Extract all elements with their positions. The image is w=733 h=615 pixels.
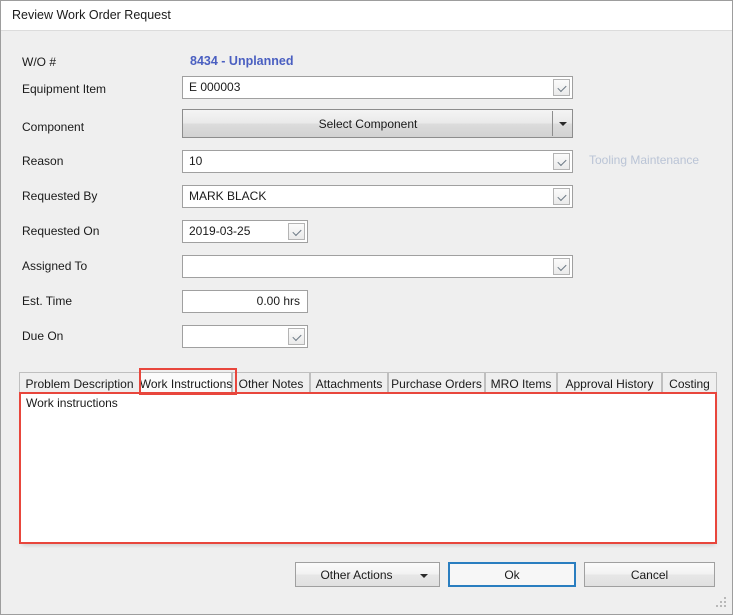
label-requested-by: Requested By <box>22 189 98 203</box>
review-work-order-request-window: Review Work Order Request W/O # 8434 - U… <box>0 0 733 615</box>
requested-on-value: 2019-03-25 <box>189 224 251 238</box>
tab-label: MRO Items <box>490 376 552 391</box>
label-wo-number: W/O # <box>22 55 57 69</box>
other-actions-label: Other Actions <box>320 567 393 582</box>
work-instructions-text: Work instructions <box>26 396 118 410</box>
tab-label: Costing <box>669 376 710 391</box>
ok-button[interactable]: Ok <box>448 562 576 587</box>
chevron-down-icon[interactable] <box>553 79 570 96</box>
reason-description-note: Tooling Maintenance <box>589 153 700 167</box>
tab-other-notes[interactable]: Other Notes <box>232 372 310 394</box>
equipment-item-value: E 000003 <box>189 80 241 94</box>
requested-on-datepicker[interactable]: 2019-03-25 <box>182 220 308 243</box>
component-select-splitbutton[interactable]: Select Component <box>182 109 573 138</box>
wo-number-value: 8434 - Unplanned <box>190 54 294 68</box>
label-component: Component <box>22 120 85 134</box>
tab-problem-description[interactable]: Problem Description <box>19 372 140 394</box>
tab-label: Approval History <box>565 376 654 391</box>
work-instructions-textarea[interactable]: Work instructions <box>19 392 717 544</box>
tab-label: Other Notes <box>238 376 304 391</box>
cancel-button[interactable]: Cancel <box>584 562 715 587</box>
est-time-value: 0.00 hrs <box>256 294 300 308</box>
tab-label: Purchase Orders <box>391 376 482 391</box>
select-component-button[interactable]: Select Component <box>183 110 553 137</box>
due-on-datepicker[interactable] <box>182 325 308 348</box>
other-actions-splitbutton[interactable]: Other Actions <box>295 562 440 587</box>
chevron-down-icon[interactable] <box>553 188 570 205</box>
chevron-down-icon[interactable] <box>288 223 305 240</box>
label-est-time: Est. Time <box>22 294 73 308</box>
resize-grip[interactable] <box>715 597 728 610</box>
assigned-to-combobox[interactable] <box>182 255 573 278</box>
tab-approval-history[interactable]: Approval History <box>557 372 662 394</box>
label-requested-on: Requested On <box>22 224 100 238</box>
chevron-down-icon[interactable] <box>288 328 305 345</box>
requested-by-value: MARK BLACK <box>189 189 267 203</box>
tab-label: Work Instructions <box>139 376 233 391</box>
equipment-item-combobox[interactable]: E 000003 <box>182 76 573 99</box>
form-area: W/O # 8434 - Unplanned Equipment Item E … <box>1 32 732 362</box>
reason-combobox[interactable]: 10 <box>182 150 573 173</box>
tab-costing[interactable]: Costing <box>662 372 717 394</box>
tab-purchase-orders[interactable]: Purchase Orders <box>388 372 485 394</box>
reason-value: 10 <box>189 154 203 168</box>
tab-mro-items[interactable]: MRO Items <box>485 372 557 394</box>
triangle-down-icon[interactable] <box>420 574 428 578</box>
tab-attachments[interactable]: Attachments <box>310 372 388 394</box>
component-dropdown-button[interactable] <box>553 110 572 137</box>
tab-label: Problem Description <box>25 376 134 391</box>
chevron-down-icon[interactable] <box>553 153 570 170</box>
tab-label: Attachments <box>315 376 383 391</box>
tab-work-instructions[interactable]: Work Instructions <box>140 372 232 394</box>
label-due-on: Due On <box>22 329 64 343</box>
label-reason: Reason <box>22 154 64 168</box>
title-bar: Review Work Order Request <box>1 1 732 31</box>
label-equipment-item: Equipment Item <box>22 82 107 96</box>
window-title: Review Work Order Request <box>12 8 171 22</box>
label-assigned-to: Assigned To <box>22 259 88 273</box>
chevron-down-icon[interactable] <box>553 258 570 275</box>
requested-by-combobox[interactable]: MARK BLACK <box>182 185 573 208</box>
triangle-down-icon <box>559 122 567 126</box>
tab-strip: Problem Description Work Instructions Ot… <box>19 372 717 394</box>
est-time-input[interactable]: 0.00 hrs <box>182 290 308 313</box>
